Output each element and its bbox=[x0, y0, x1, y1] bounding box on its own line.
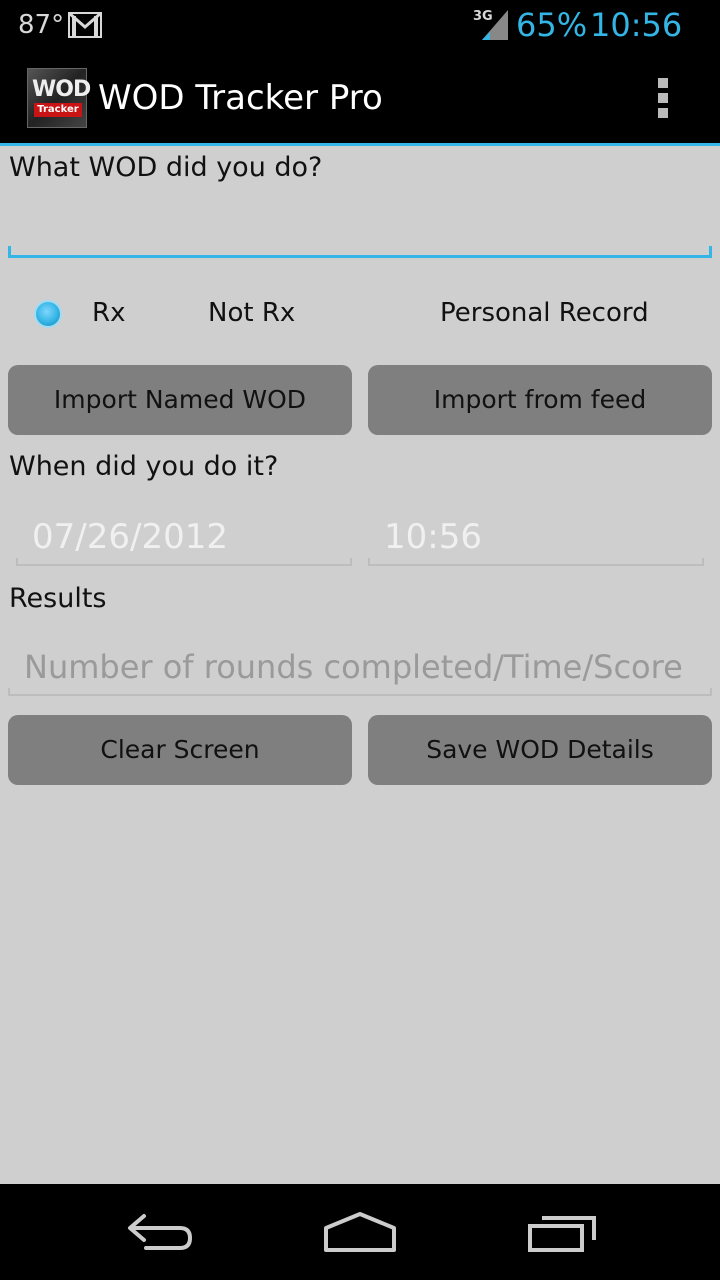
status-bar: 87° 3G 65% 10:56 AM bbox=[0, 0, 720, 79]
not-rx-radio-label[interactable]: Not Rx bbox=[208, 298, 295, 328]
import-from-feed-button[interactable]: Import from feed bbox=[368, 365, 712, 435]
date-field[interactable]: 07/26/2012 bbox=[16, 508, 352, 566]
recent-apps-icon[interactable] bbox=[526, 1208, 598, 1260]
navigation-bar bbox=[0, 1184, 720, 1280]
app-logo-icon[interactable]: WOD Tracker bbox=[27, 68, 91, 128]
rx-radio-button[interactable] bbox=[36, 302, 60, 326]
battery-percent: 65% bbox=[516, 6, 588, 44]
rx-radio-group: Rx Not Rx Personal Record bbox=[0, 296, 720, 336]
date-value: 07/26/2012 bbox=[32, 517, 228, 557]
wod-label: What WOD did you do? bbox=[9, 152, 323, 183]
results-label: Results bbox=[9, 583, 107, 614]
save-wod-details-button[interactable]: Save WOD Details bbox=[368, 715, 712, 785]
import-named-wod-button[interactable]: Import Named WOD bbox=[8, 365, 352, 435]
rx-radio-label[interactable]: Rx bbox=[92, 298, 125, 328]
signal-icon bbox=[480, 8, 510, 46]
results-input[interactable]: Number of rounds completed/Time/Score bbox=[8, 638, 712, 696]
home-icon[interactable] bbox=[322, 1208, 398, 1260]
back-icon[interactable] bbox=[124, 1208, 196, 1260]
overflow-menu-icon[interactable] bbox=[654, 76, 674, 120]
when-label: When did you do it? bbox=[9, 451, 279, 482]
clock-time: 10:56 bbox=[590, 6, 683, 44]
clear-screen-button[interactable]: Clear Screen bbox=[8, 715, 352, 785]
app-title: WOD Tracker Pro bbox=[98, 78, 383, 118]
action-bar: WOD Tracker WOD Tracker Pro bbox=[0, 50, 720, 144]
app-logo-text: WOD bbox=[32, 77, 91, 102]
app-logo-subtext: Tracker bbox=[34, 103, 82, 117]
time-field[interactable]: 10:56 bbox=[368, 508, 704, 566]
gmail-icon bbox=[68, 11, 102, 42]
personal-record-label[interactable]: Personal Record bbox=[440, 298, 649, 328]
time-value: 10:56 bbox=[384, 517, 482, 557]
wod-input[interactable] bbox=[8, 190, 712, 258]
temperature-text: 87° bbox=[18, 10, 65, 40]
action-bar-divider bbox=[0, 143, 720, 146]
